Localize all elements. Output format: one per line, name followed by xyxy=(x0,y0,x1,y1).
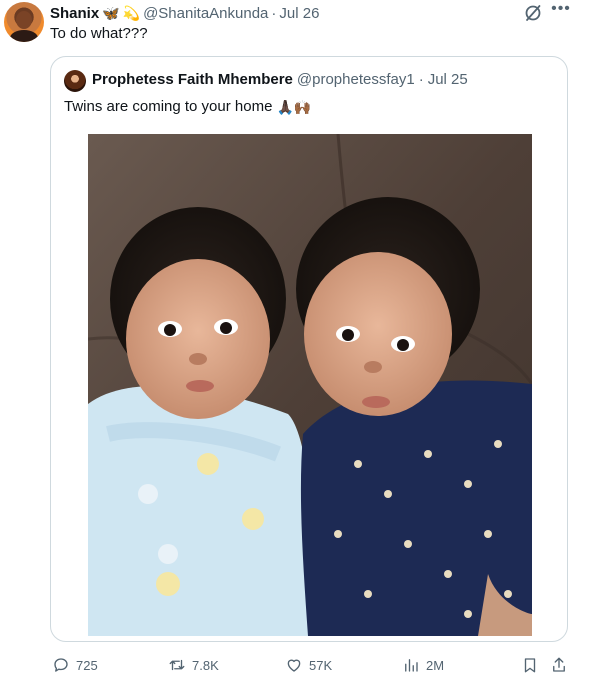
avatar-shirt xyxy=(10,30,38,42)
views-icon xyxy=(405,659,418,672)
quoted-author-handle[interactable]: @prophetessfay1 xyxy=(297,71,415,88)
tweet-text: To do what??? xyxy=(50,25,148,42)
like-button[interactable]: 57K xyxy=(285,652,332,678)
bookmark-icon xyxy=(524,658,536,673)
bookmark-button[interactable] xyxy=(521,652,539,678)
separator-dot: · xyxy=(418,71,424,88)
share-button[interactable] xyxy=(550,652,568,678)
quoted-tweet-text: Twins are coming to your home xyxy=(64,98,273,115)
more-icon[interactable]: ••• xyxy=(550,1,572,22)
quoted-tweet-header: Prophetess Faith Mhembere @prophetessfay… xyxy=(92,71,468,88)
quoted-author-name[interactable]: Prophetess Faith Mhembere xyxy=(92,71,293,88)
reply-count: 725 xyxy=(76,657,98,673)
quoted-post-date[interactable]: Jul 25 xyxy=(428,71,468,88)
author-avatar[interactable] xyxy=(4,2,44,42)
tweet-header: Shanix 🦋 💫 @ShanitaAnkunda · Jul 26 xyxy=(50,3,319,23)
repost-button[interactable]: 7.8K xyxy=(168,652,219,678)
tweet[interactable]: Shanix 🦋 💫 @ShanitaAnkunda · Jul 26 ••• … xyxy=(0,0,596,685)
dizzy-emoji: 💫 xyxy=(122,5,141,21)
twin-babies-photo xyxy=(88,134,532,636)
separator-dot: · xyxy=(271,4,277,22)
views-count: 2M xyxy=(426,657,445,673)
quoted-tweet-photo[interactable] xyxy=(88,134,532,636)
avatar-face xyxy=(16,11,32,29)
tweet-actions: 725 7.8K 57K 2M xyxy=(0,652,596,678)
grok-icon[interactable] xyxy=(523,3,543,23)
quoted-tweet[interactable]: Prophetess Faith Mhembere @prophetessfay… xyxy=(50,56,568,642)
share-icon xyxy=(553,657,565,672)
repost-count: 7.8K xyxy=(192,657,219,673)
quoted-author-avatar[interactable] xyxy=(64,70,86,92)
quoted-tweet-emojis: 🙏🏿🙌🏾 xyxy=(276,99,312,115)
author-name[interactable]: Shanix xyxy=(50,5,99,22)
repost-icon xyxy=(169,659,185,671)
butterfly-emoji: 🦋 xyxy=(102,5,120,21)
reply-button[interactable]: 725 xyxy=(52,652,98,678)
heart-icon xyxy=(287,659,301,672)
post-date[interactable]: Jul 26 xyxy=(279,5,319,22)
reply-icon xyxy=(54,658,68,672)
author-handle[interactable]: @ShanitaAnkunda xyxy=(143,5,268,22)
quoted-tweet-text-row: Twins are coming to your home 🙏🏿🙌🏾 xyxy=(64,97,311,117)
like-count: 57K xyxy=(309,657,333,673)
views-button[interactable]: 2M xyxy=(402,652,444,678)
